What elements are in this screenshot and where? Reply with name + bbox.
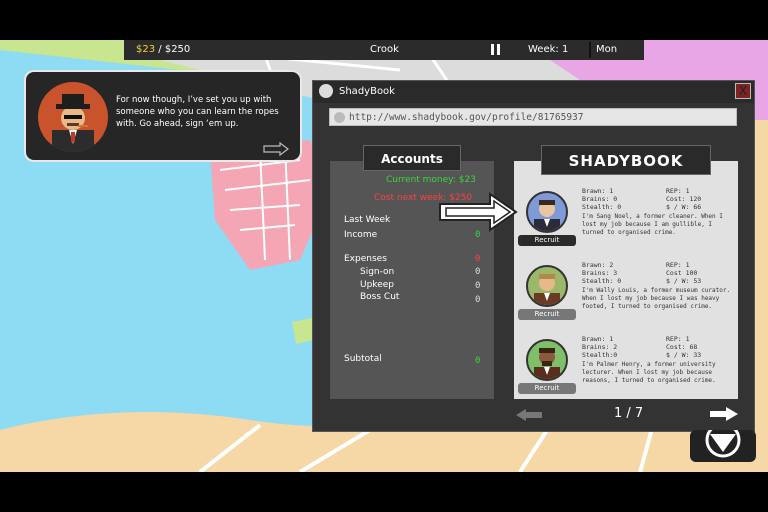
week-display: Week: 1	[528, 44, 568, 55]
rank-label: Crook	[370, 44, 399, 55]
subtotal-label: Subtotal	[344, 354, 382, 364]
top-status-bar: $23 / $250 Crook Week: 1 Mon	[124, 40, 644, 60]
badge-emblem	[705, 422, 741, 458]
brains-stat: Brains: 2	[582, 343, 618, 351]
rep-stat: REP: 1	[666, 187, 690, 195]
profile-bio: I'm Palmer Henry, a former university le…	[582, 361, 716, 384]
brawn-stat: Brawn: 2	[582, 261, 614, 269]
stealth-stat: Stealth: 0	[582, 203, 622, 211]
cost-stat: Cost: 120	[666, 195, 702, 203]
cost-stat: Cost: 68	[666, 343, 698, 351]
profile-card: Recruit Brawn: 2 Brains: 3 Stealth: 0 RE…	[514, 261, 738, 335]
boss-portrait	[38, 82, 108, 152]
sign-on-value: 0	[475, 267, 481, 277]
shadybook-window: ShadyBook X http://www.shadybook.gov/pro…	[312, 80, 755, 432]
boss-cut-label: Boss Cut	[360, 292, 400, 302]
avatar	[526, 265, 568, 307]
topbar-divider	[589, 42, 591, 58]
money-display: $23 / $250	[136, 44, 190, 55]
recruit-avatar-icon	[534, 348, 560, 379]
current-money: $23	[136, 44, 156, 55]
tutorial-arrow-icon	[439, 192, 518, 232]
url-text: http://www.shadybook.gov/profile/8176593…	[349, 112, 584, 123]
arrow-right-icon[interactable]	[710, 407, 738, 421]
day-label: Mon	[596, 44, 618, 55]
rep-stat: REP: 1	[666, 335, 690, 343]
page-indicator: 1 / 7	[614, 406, 644, 421]
faction-badge-icon[interactable]	[690, 422, 756, 462]
expenses-value: 0	[475, 254, 481, 264]
rep-stat: REP: 1	[666, 261, 690, 269]
upkeep-label: Upkeep	[360, 280, 394, 290]
pause-icon[interactable]	[491, 44, 501, 55]
game-screen: $23 / $250 Crook Week: 1 Mon For now tho…	[0, 0, 768, 512]
stealth-stat: Stealth: 0	[582, 277, 622, 285]
salary-stat: $ / W: 53	[666, 277, 702, 285]
recruit-button[interactable]: Recruit	[518, 383, 576, 394]
avatar	[526, 339, 568, 381]
profile-bio: I'm Wally Louis, a former museum curator…	[582, 287, 731, 310]
window-title: ShadyBook	[339, 86, 395, 97]
week-value: 1	[561, 44, 569, 55]
pagination: 1 / 7	[514, 403, 738, 427]
window-titlebar[interactable]: ShadyBook X	[313, 81, 754, 103]
week-label: Week:	[528, 44, 559, 55]
subtotal-value: 0	[475, 356, 481, 366]
globe-icon	[334, 112, 345, 123]
last-week-label: Last Week	[344, 215, 391, 225]
money-target: $250	[164, 44, 191, 55]
salary-stat: $ / W: 66	[666, 203, 702, 211]
arrow-left-icon[interactable]	[516, 409, 544, 421]
recruit-button[interactable]: Recruit	[518, 309, 576, 320]
dialog-text: For now though, I’ve set you up with som…	[116, 95, 279, 129]
sign-on-label: Sign-on	[360, 267, 395, 277]
profiles-panel: Recruit Brawn: 1 Brains: 0 Stealth: 0 RE…	[514, 161, 738, 399]
brawn-stat: Brawn: 1	[582, 335, 614, 343]
boss-cut-value: 0	[475, 295, 481, 305]
recruit-avatar-icon	[534, 274, 560, 305]
cost-stat: Cost 100	[666, 269, 698, 277]
boss-avatar-icon	[52, 94, 94, 152]
profile-card: Recruit Brawn: 1 Brains: 0 Stealth: 0 RE…	[514, 187, 738, 261]
income-label: Income	[344, 230, 378, 240]
close-icon[interactable]: X	[735, 83, 751, 99]
profile-card: Recruit Brawn: 1 Brains: 2 Stealth:0 REP…	[514, 335, 738, 409]
upkeep-value: 0	[475, 281, 481, 291]
current-money-line: Current money: $23	[386, 175, 476, 185]
avatar	[526, 191, 568, 233]
brains-stat: Brains: 0	[582, 195, 618, 203]
profile-bio: I'm Sang Noel, a former cleaner. When I …	[582, 213, 723, 236]
recruit-button[interactable]: Recruit	[518, 235, 576, 246]
salary-stat: $ / W: 33	[666, 351, 702, 359]
tutorial-dialog: For now though, I’ve set you up with som…	[24, 70, 302, 162]
url-bar[interactable]: http://www.shadybook.gov/profile/8176593…	[329, 108, 737, 126]
shadybook-title: SHADYBOOK	[541, 145, 711, 175]
dialog-next-arrow-icon[interactable]	[262, 142, 290, 156]
stealth-stat: Stealth:0	[582, 351, 618, 359]
brains-stat: Brains: 3	[582, 269, 618, 277]
shady-logo-icon	[319, 84, 333, 98]
brawn-stat: Brawn: 1	[582, 187, 614, 195]
expenses-label: Expenses	[344, 254, 387, 264]
recruit-avatar-icon	[534, 200, 560, 231]
money-separator: /	[155, 44, 165, 55]
accounts-title: Accounts	[363, 145, 461, 171]
